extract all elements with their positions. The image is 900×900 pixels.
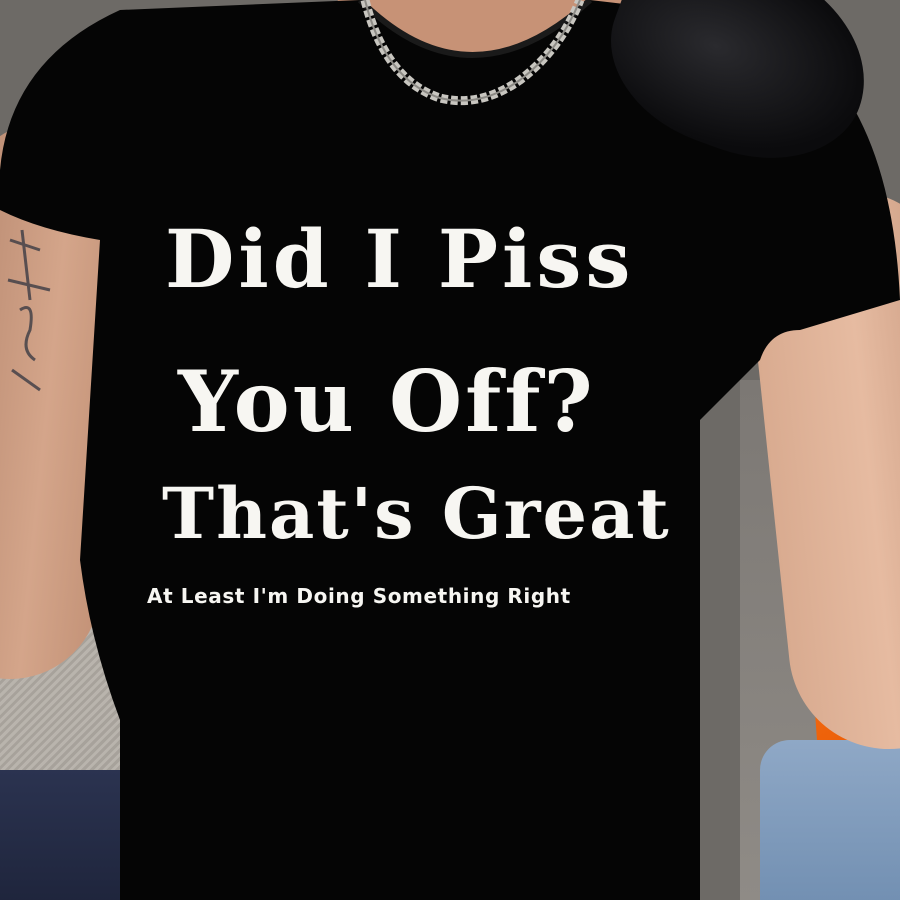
shirt-print: Did I Piss You Off? That's Great At Leas…	[0, 0, 900, 900]
photo-scene: Did I Piss You Off? That's Great At Leas…	[0, 0, 900, 900]
print-line-3: That's Great	[162, 472, 671, 555]
print-line-2: You Off?	[178, 352, 596, 451]
print-line-1: Did I Piss	[165, 212, 635, 306]
print-line-4: At Least I'm Doing Something Right	[147, 584, 571, 608]
